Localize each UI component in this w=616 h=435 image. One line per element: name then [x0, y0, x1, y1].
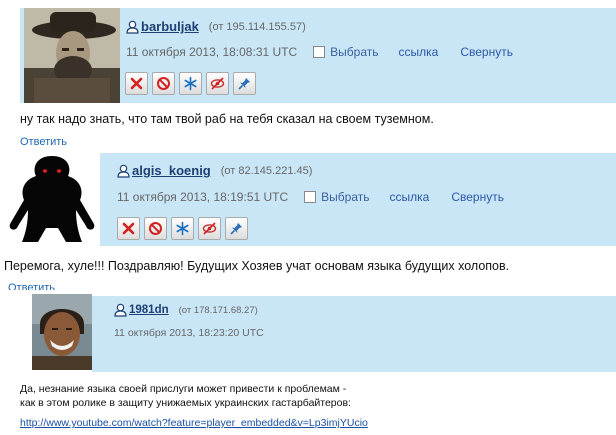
meta-line: 11 октября 2013, 18:23:20 UTC: [114, 327, 280, 339]
comment-text-line-2: как в этом ролике в защиту унижаемых укр…: [20, 397, 351, 409]
user-line: 1981dn (от 178.171.68.27): [114, 303, 258, 317]
comment-3: 1981dn (от 178.171.68.27) 11 октября 201…: [0, 0, 616, 435]
avatar[interactable]: [32, 294, 92, 370]
comment-date: 11 октября 2013, 18:23:20 UTC: [114, 327, 264, 339]
user-icon: [114, 303, 127, 317]
comment-text-line-1: Да, незнание языка своей прислуги может …: [20, 383, 347, 395]
youtube-link[interactable]: http://www.youtube.com/watch?feature=pla…: [20, 417, 368, 429]
youtube-link-text[interactable]: http://www.youtube.com/watch?feature=pla…: [20, 417, 368, 429]
username-link[interactable]: 1981dn: [129, 304, 169, 316]
avatar-photo-image: [32, 294, 92, 370]
ip-address: (от 178.171.68.27): [178, 304, 258, 316]
